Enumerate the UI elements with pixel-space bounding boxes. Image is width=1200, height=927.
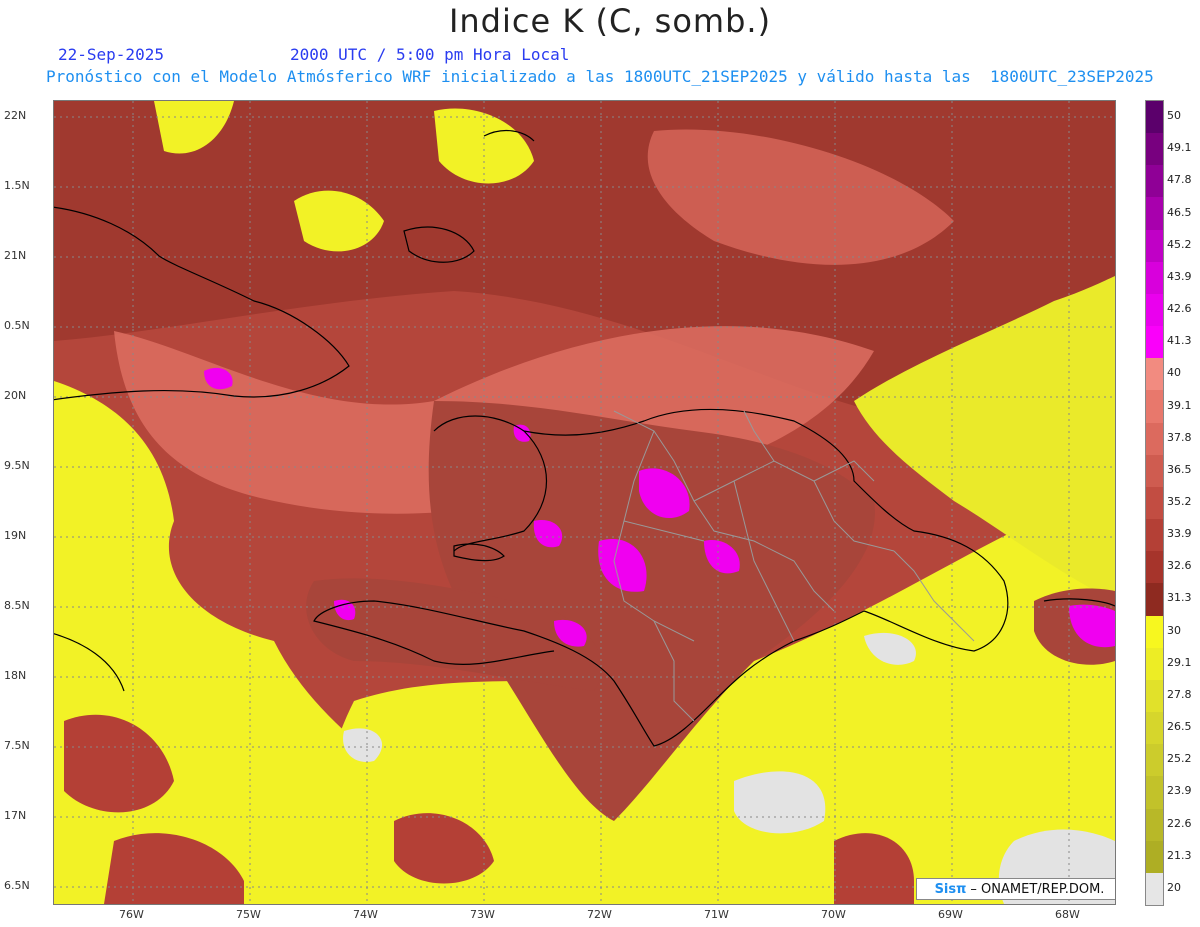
colorbar-label: 29.1 <box>1167 655 1192 669</box>
colorbar-segment <box>1146 840 1163 874</box>
credit-brand: Sisπ <box>934 881 967 897</box>
credit-box: Sisπ – ONAMET/REP.DOM. <box>916 878 1115 900</box>
colorbar-segment <box>1146 872 1163 906</box>
lat-tick: 22N <box>4 109 27 122</box>
lat-tick: 17N <box>4 809 27 822</box>
colorbar-label: 31.3 <box>1167 591 1192 605</box>
lon-tick: 70W <box>821 908 846 921</box>
valid-date: 22-Sep-2025 <box>58 45 164 64</box>
colorbar-segment <box>1146 326 1163 359</box>
colorbar-label: 21.3 <box>1167 848 1192 862</box>
colorbar-segment <box>1146 165 1163 198</box>
colorbar-label: 20 <box>1167 880 1181 894</box>
lon-tick: 76W <box>119 908 144 921</box>
colorbar-segment <box>1146 293 1163 327</box>
lat-tick: 0.5N <box>4 319 30 332</box>
colorbar-label: 35.2 <box>1167 495 1192 508</box>
lon-tick: 72W <box>587 908 612 921</box>
colorbar-segment <box>1146 808 1163 842</box>
lon-tick: 71W <box>704 908 729 921</box>
colorbar-label: 46.5 <box>1167 205 1192 219</box>
colorbar-label: 22.6 <box>1167 816 1192 830</box>
lon-tick: 69W <box>938 908 963 921</box>
colorbar-segment <box>1146 679 1163 713</box>
colorbar-segment <box>1146 261 1163 295</box>
colorbar-label: 23.9 <box>1167 784 1192 798</box>
colorbar-segment <box>1146 197 1163 231</box>
lat-tick: 20N <box>4 389 27 402</box>
colorbar-label: 36.5 <box>1167 462 1192 476</box>
lat-tick: 18N <box>4 669 27 682</box>
colorbar-segment <box>1146 744 1163 777</box>
colorbar-label: 27.8 <box>1167 687 1192 701</box>
colorbar <box>1145 100 1164 906</box>
colorbar-label: 39.1 <box>1167 398 1192 412</box>
colorbar-label: 45.2 <box>1167 237 1192 251</box>
lat-tick: 19N <box>4 529 27 542</box>
colorbar-label: 41.3 <box>1167 334 1192 348</box>
k-index-map <box>54 101 1115 904</box>
colorbar-segment <box>1146 358 1163 391</box>
lat-tick: 6.5N <box>4 879 30 892</box>
lat-tick: 7.5N <box>4 739 30 752</box>
colorbar-segment <box>1146 229 1163 263</box>
lon-tick: 68W <box>1055 908 1080 921</box>
colorbar-label: 37.8 <box>1167 430 1192 444</box>
lat-tick: 21N <box>4 249 27 262</box>
colorbar-segment <box>1146 519 1163 552</box>
colorbar-segment <box>1146 583 1163 617</box>
colorbar-label: 49.1 <box>1167 141 1192 155</box>
colorbar-segment <box>1146 615 1163 649</box>
colorbar-segment <box>1146 776 1163 810</box>
colorbar-segment <box>1146 422 1163 456</box>
model-run-info: Pronóstico con el Modelo Atmósferico WRF… <box>46 67 1154 86</box>
colorbar-label: 40 <box>1167 366 1181 380</box>
colorbar-segment <box>1146 712 1163 745</box>
colorbar-label: 43.9 <box>1167 269 1192 283</box>
lon-tick: 74W <box>353 908 378 921</box>
colorbar-label: 32.6 <box>1167 559 1192 573</box>
colorbar-segment <box>1146 486 1163 520</box>
colorbar-label: 26.5 <box>1167 720 1192 734</box>
colorbar-segment <box>1146 390 1163 424</box>
lat-tick: 1.5N <box>4 179 30 192</box>
credit-text: – ONAMET/REP.DOM. <box>970 881 1105 897</box>
colorbar-label: 50 <box>1167 109 1181 123</box>
dry-patch-2 <box>734 771 826 834</box>
colorbar-segment <box>1146 551 1163 584</box>
valid-time: 2000 UTC / 5:00 pm Hora Local <box>290 45 570 64</box>
chart-title: Indice K (C, somb.) <box>448 2 772 40</box>
colorbar-segment <box>1146 101 1163 134</box>
lon-tick: 73W <box>470 908 495 921</box>
colorbar-segment <box>1146 647 1163 681</box>
lat-tick: 8.5N <box>4 599 30 612</box>
colorbar-label: 42.6 <box>1167 302 1192 316</box>
colorbar-segment <box>1146 454 1163 488</box>
colorbar-segment <box>1146 133 1163 166</box>
colorbar-label: 25.2 <box>1167 752 1192 766</box>
lon-tick: 75W <box>236 908 261 921</box>
map-panel: Sisπ – ONAMET/REP.DOM. <box>53 100 1116 905</box>
colorbar-label: 30 <box>1167 623 1181 637</box>
lat-tick: 9.5N <box>4 459 30 472</box>
colorbar-label: 33.9 <box>1167 527 1192 541</box>
colorbar-label: 47.8 <box>1167 173 1192 187</box>
